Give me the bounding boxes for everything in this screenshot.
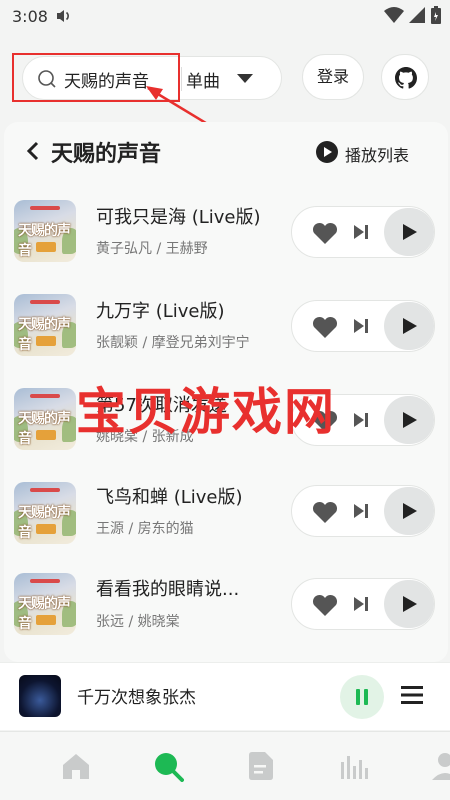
play-button[interactable] [384,487,434,535]
album-cover: 天赐的声音 [14,200,76,262]
play-next-icon[interactable] [352,502,370,520]
home-icon[interactable] [62,752,90,780]
heart-icon[interactable] [312,594,338,616]
play-next-icon[interactable] [352,223,370,241]
song-row[interactable]: 天赐的声音 九万字 (Live版) 张靓颖 / 摩登兄弟刘宇宁 [0,277,450,371]
user-icon[interactable] [432,752,450,780]
song-controls [291,206,435,258]
song-artist: 黄子弘凡 / 王赫野 [96,241,208,257]
song-controls [291,485,435,537]
play-next-icon[interactable] [352,317,370,335]
album-cover: 天赐的声音 [14,294,76,356]
album-cover: 天赐的声音 [14,482,76,544]
mini-player[interactable]: 千万次想象张杰 [0,662,450,730]
heart-icon[interactable] [312,222,338,244]
play-icon [403,503,417,519]
play-next-icon[interactable] [352,411,370,429]
bottom-tab-bar [0,731,450,800]
battery-icon [431,6,441,24]
back-chevron-icon[interactable] [24,140,42,162]
wifi-icon [384,7,404,23]
play-icon [403,412,417,428]
now-playing-title: 千万次想象张杰 [77,688,196,708]
search-divider [181,67,182,91]
album-cover: 天赐的声音 [14,388,76,450]
song-title: 飞鸟和蝉 (Live版) [96,487,243,508]
annotation-box [12,53,180,102]
play-button[interactable] [384,208,434,256]
search-icon[interactable] [154,752,184,782]
song-row[interactable]: 天赐的声音 可我只是海 (Live版) 黄子弘凡 / 王赫野 [0,183,450,277]
play-icon [403,224,417,240]
volume-icon [57,10,69,22]
play-button[interactable] [384,396,434,444]
github-button[interactable] [381,54,429,100]
menu-icon[interactable] [401,685,423,705]
song-title: 九万字 (Live版) [96,301,225,322]
song-controls [291,578,435,630]
pause-icon [356,689,360,705]
song-controls [291,300,435,352]
play-list-button[interactable]: 播放列表 [345,142,409,166]
chart-bars-icon[interactable] [340,752,368,780]
play-icon [403,596,417,612]
song-artist: 张远 / 姚晓棠 [96,614,180,630]
song-row[interactable]: 天赐的声音 看看我的眼睛说... 张远 / 姚晓棠 [0,559,450,653]
status-time: 3:08 [12,7,48,26]
heart-icon[interactable] [312,501,338,523]
song-title: 看看我的眼睛说... [96,579,240,600]
status-bar: 3:08 [0,0,450,34]
play-button[interactable] [384,580,434,628]
now-playing-cover [19,675,61,717]
play-next-icon[interactable] [352,595,370,613]
login-button[interactable]: 登录 [302,54,364,100]
play-icon [403,318,417,334]
play-button[interactable] [384,302,434,350]
pause-button[interactable] [340,675,384,719]
search-type-select[interactable]: 单曲 [186,67,220,92]
play-circle-icon[interactable] [316,141,338,163]
song-artist: 张靓颖 / 摩登兄弟刘宇宁 [96,335,250,351]
album-cover: 天赐的声音 [14,573,76,635]
chevron-down-icon[interactable] [236,73,254,85]
playlist-title: 天赐的声音 [51,142,162,167]
song-artist: 王源 / 房东的猫 [96,521,194,537]
watermark: 宝贝游戏网 [76,383,336,441]
heart-icon[interactable] [312,316,338,338]
song-title: 可我只是海 (Live版) [96,207,261,228]
signal-icon [409,7,425,23]
document-icon[interactable] [249,752,273,780]
github-icon [395,67,418,89]
song-row[interactable]: 天赐的声音 飞鸟和蝉 (Live版) 王源 / 房东的猫 [0,465,450,559]
